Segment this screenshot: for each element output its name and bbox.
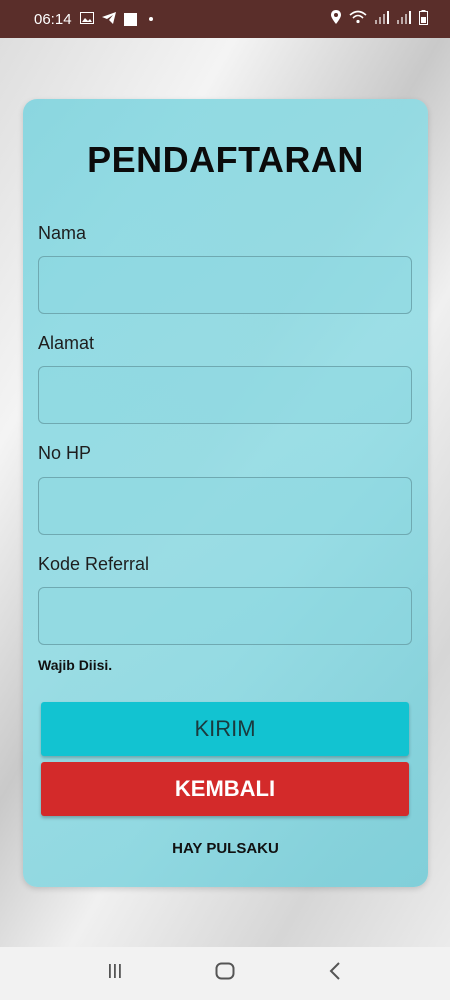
recent-apps-button[interactable] (95, 954, 135, 994)
status-left: 06:14 (34, 11, 153, 28)
dot-icon (148, 17, 153, 21)
telegram-icon (101, 11, 116, 28)
phone-label: No HP (38, 443, 92, 463)
referral-label: Kode Referral (38, 554, 150, 574)
signal-icon (397, 10, 411, 28)
back-button[interactable]: KEMBALI (41, 762, 409, 816)
address-input[interactable] (38, 366, 412, 424)
status-right (331, 9, 428, 29)
required-note: Wajib Diisi. (38, 657, 113, 673)
recent-apps-icon (107, 963, 123, 984)
wifi-icon (349, 10, 367, 28)
name-input[interactable] (38, 256, 412, 314)
signal-icon (375, 10, 389, 28)
home-button[interactable] (205, 954, 245, 994)
address-label: Alamat (38, 333, 95, 353)
submit-button[interactable]: KIRIM (41, 702, 409, 756)
navigation-bar (0, 947, 450, 1000)
image-icon (79, 11, 94, 28)
home-icon (215, 962, 235, 985)
status-time: 06:14 (34, 10, 72, 28)
back-nav-button[interactable] (315, 954, 355, 994)
page-title: PENDAFTARAN (87, 139, 364, 180)
phone-input[interactable] (38, 477, 412, 535)
battery-icon (419, 9, 428, 29)
referral-input[interactable] (38, 587, 412, 645)
status-bar: 06:14 (0, 0, 450, 38)
name-label: Nama (38, 223, 87, 243)
footer-brand: HAY PULSAKU (172, 840, 279, 857)
back-icon (329, 962, 341, 985)
registration-card: PENDAFTARAN Nama Alamat No HP Kode Refer… (23, 99, 428, 887)
square-icon (123, 12, 137, 26)
location-icon (331, 10, 341, 28)
